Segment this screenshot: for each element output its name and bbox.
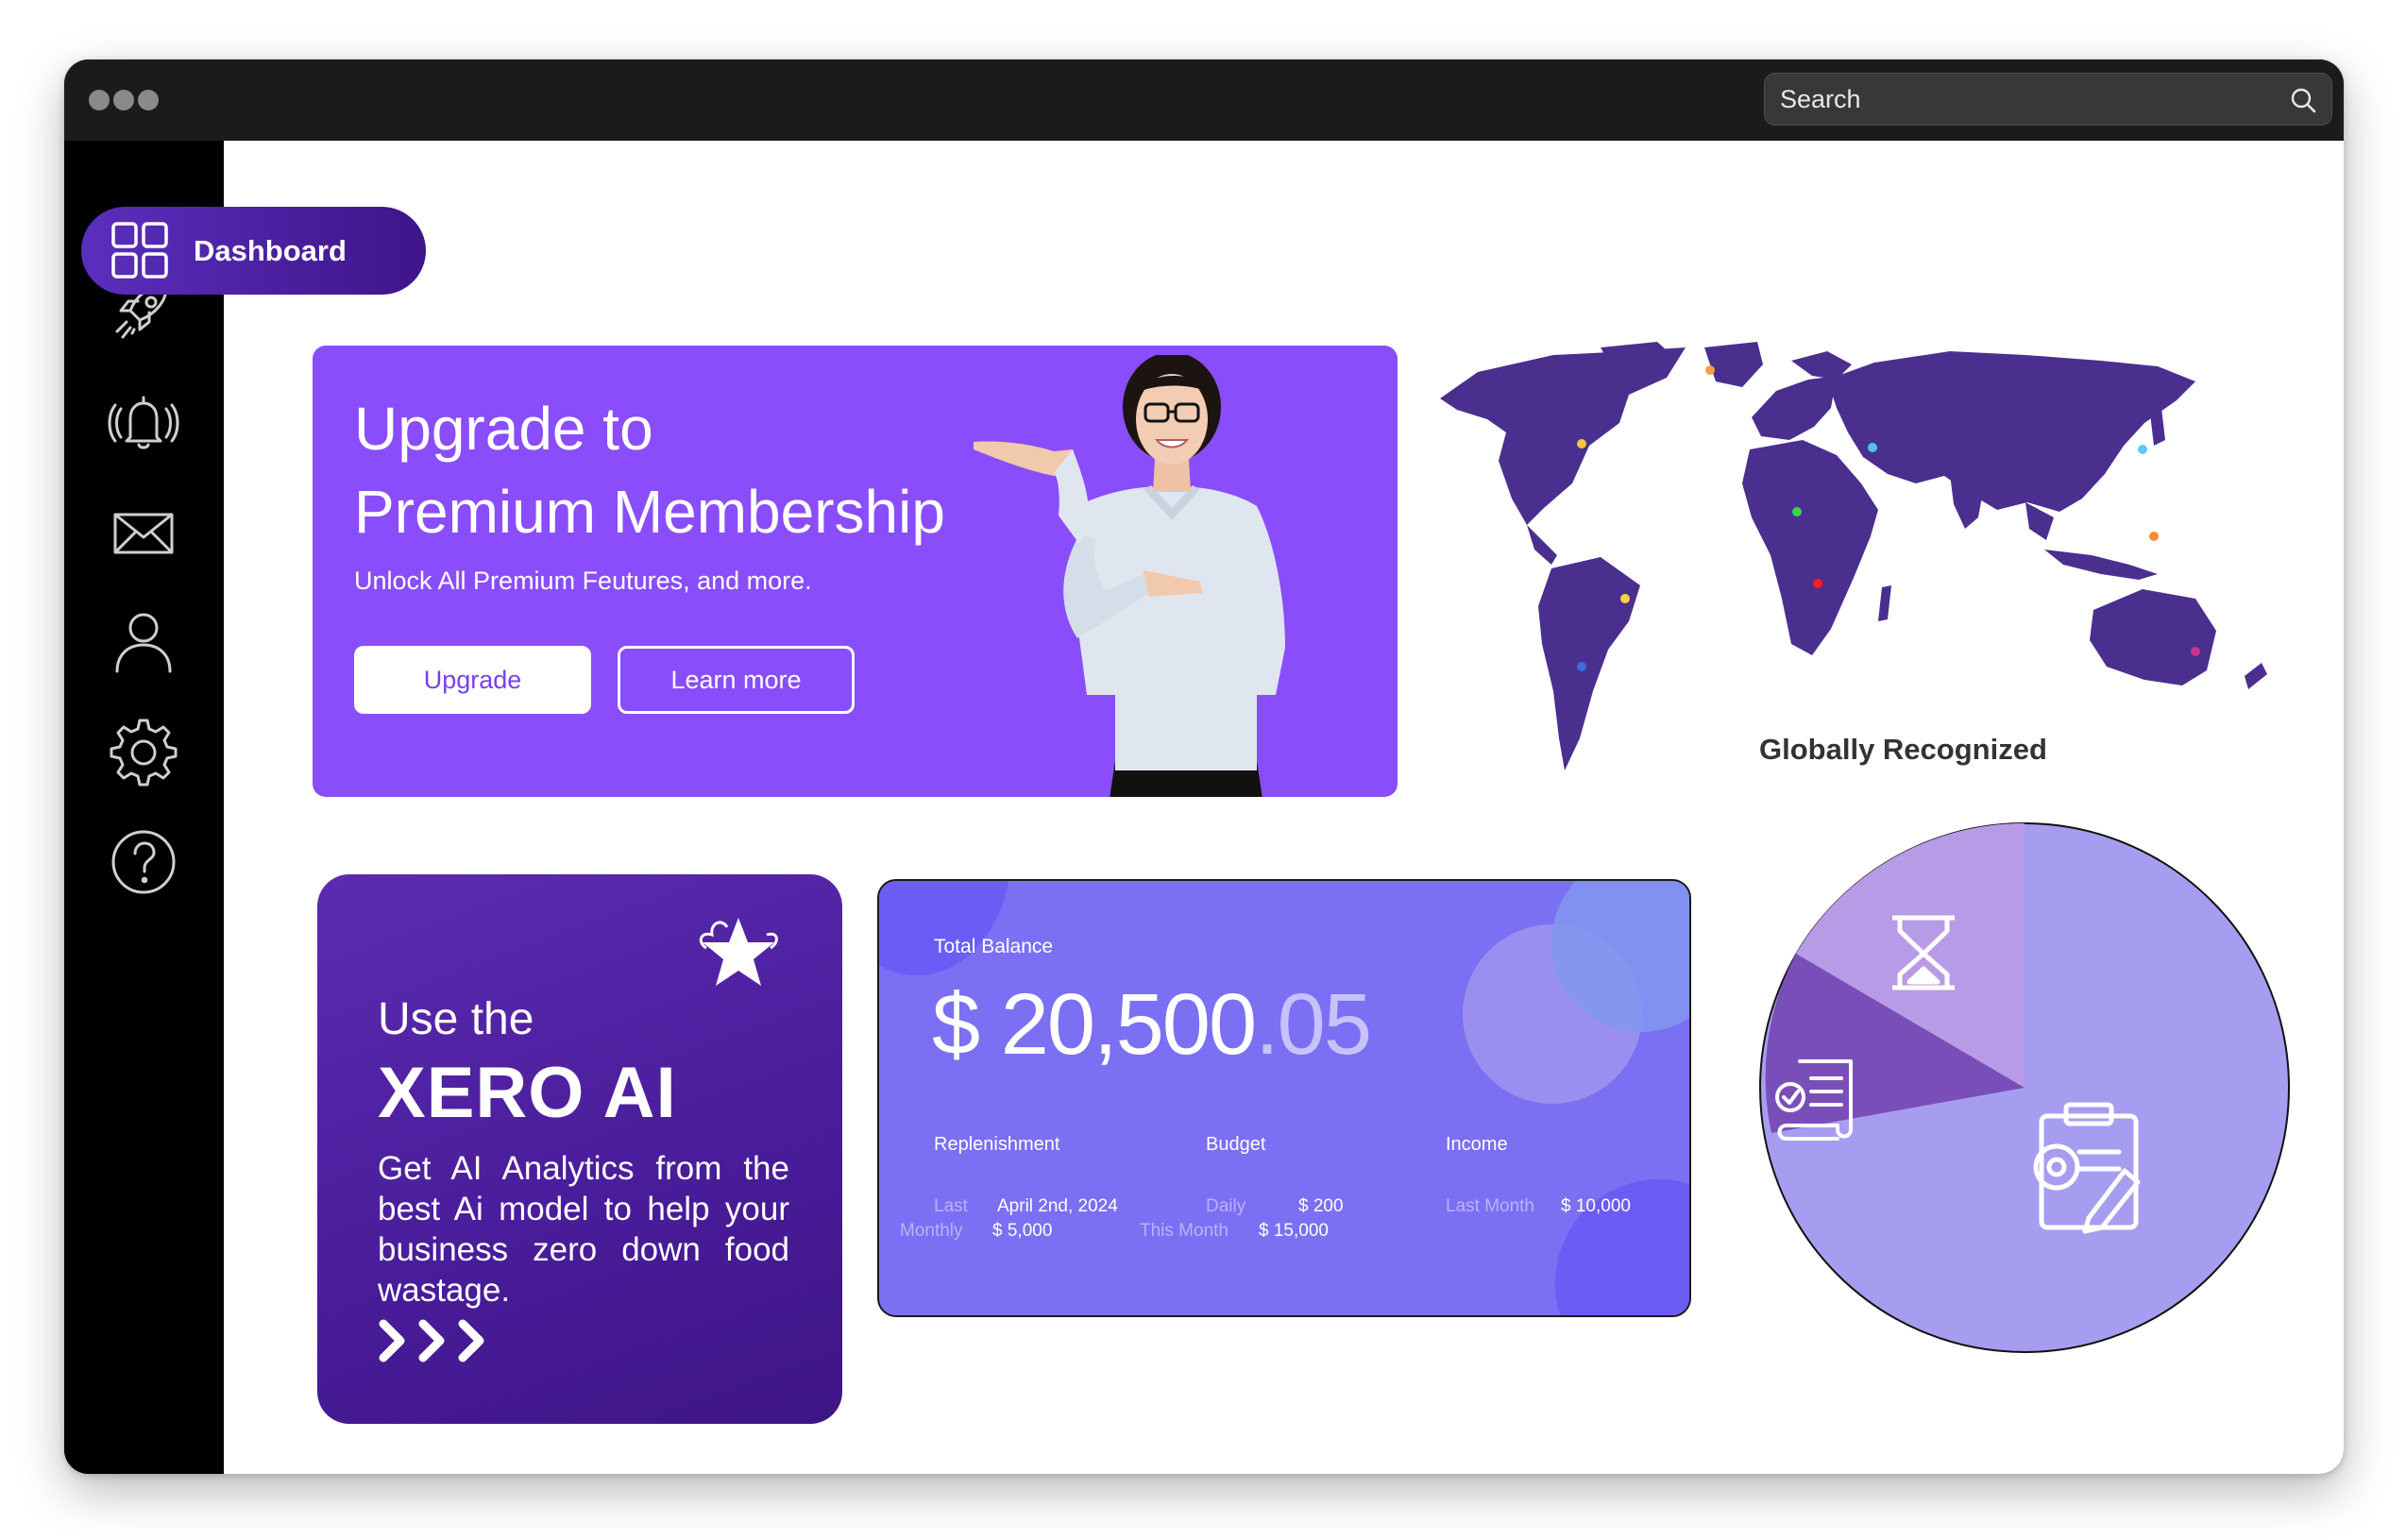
search-input[interactable]: Search xyxy=(1764,73,2332,126)
replenishment-monthly-label: Monthly xyxy=(900,1221,963,1241)
income-last-month-label: Last Month xyxy=(1446,1196,1534,1216)
search-placeholder: Search xyxy=(1780,85,1861,113)
search-icon[interactable] xyxy=(2288,85,2318,115)
replenishment-last-value: April 2nd, 2024 xyxy=(997,1196,1118,1216)
xero-description: Get AI Analytics from the best Ai model … xyxy=(378,1150,789,1309)
income-title: Income xyxy=(1446,1134,1508,1155)
help-icon[interactable] xyxy=(104,822,183,902)
budget-daily-value: $ 200 xyxy=(1298,1196,1344,1216)
upgrade-title-line2: Premium Membership xyxy=(354,478,945,546)
replenishment-monthly-value: $ 5,000 xyxy=(992,1221,1053,1241)
xero-ai-card[interactable]: Use the XERO AI Get AI Analytics from th… xyxy=(317,874,842,1424)
mail-icon[interactable] xyxy=(104,492,183,571)
budget-this-month-label: This Month xyxy=(1140,1221,1228,1241)
upgrade-subtitle: Unlock All Premium Feutures, and more. xyxy=(354,567,812,595)
woman-photo xyxy=(974,355,1285,797)
balance-card: Total Balance $ 20,500.05 Replenishment … xyxy=(877,879,1691,1317)
star-icon xyxy=(699,918,778,986)
xero-intro: Use the xyxy=(378,994,534,1044)
window-control-maximize[interactable] xyxy=(138,90,159,110)
user-icon[interactable] xyxy=(104,601,183,681)
total-balance-amount: $ 20,500.05 xyxy=(932,975,1372,1075)
balance-amount-cents: .05 xyxy=(1255,976,1372,1073)
income-last-month-value: $ 10,000 xyxy=(1561,1196,1631,1216)
bell-icon[interactable] xyxy=(104,384,183,464)
gear-icon[interactable] xyxy=(104,711,183,790)
window-control-minimize[interactable] xyxy=(113,90,134,110)
upgrade-title: Upgrade to Premium Membership xyxy=(354,387,1072,553)
map-caption: Globally Recognized xyxy=(1759,733,2047,766)
dashboard-button[interactable]: Dashboard xyxy=(81,207,426,295)
learn-more-button[interactable]: Learn more xyxy=(618,646,855,714)
xero-title: XERO AI xyxy=(378,1053,677,1133)
budget-daily-label: Daily xyxy=(1206,1196,1246,1216)
sidebar xyxy=(64,141,224,1474)
balance-amount-main: $ 20,500 xyxy=(932,976,1257,1073)
world-map xyxy=(1440,342,2267,770)
grid-icon xyxy=(111,222,168,279)
upgrade-card: Upgrade to Premium Membership Unlock All… xyxy=(313,346,1398,797)
replenishment-title: Replenishment xyxy=(934,1134,1060,1155)
dashboard-label: Dashboard xyxy=(194,234,347,267)
budget-this-month-value: $ 15,000 xyxy=(1259,1221,1329,1241)
title-bar: Search xyxy=(64,59,2344,141)
total-balance-label: Total Balance xyxy=(934,936,1054,957)
decor-circle xyxy=(879,881,1011,975)
replenishment-last-label: Last xyxy=(934,1196,968,1216)
window-control-close[interactable] xyxy=(89,90,110,110)
chevrons-right-icon[interactable] xyxy=(376,1316,495,1365)
upgrade-title-line1: Upgrade to xyxy=(354,395,653,463)
upgrade-button[interactable]: Upgrade xyxy=(354,646,591,714)
budget-title: Budget xyxy=(1206,1134,1266,1155)
pie-graphic xyxy=(1759,822,2290,1353)
